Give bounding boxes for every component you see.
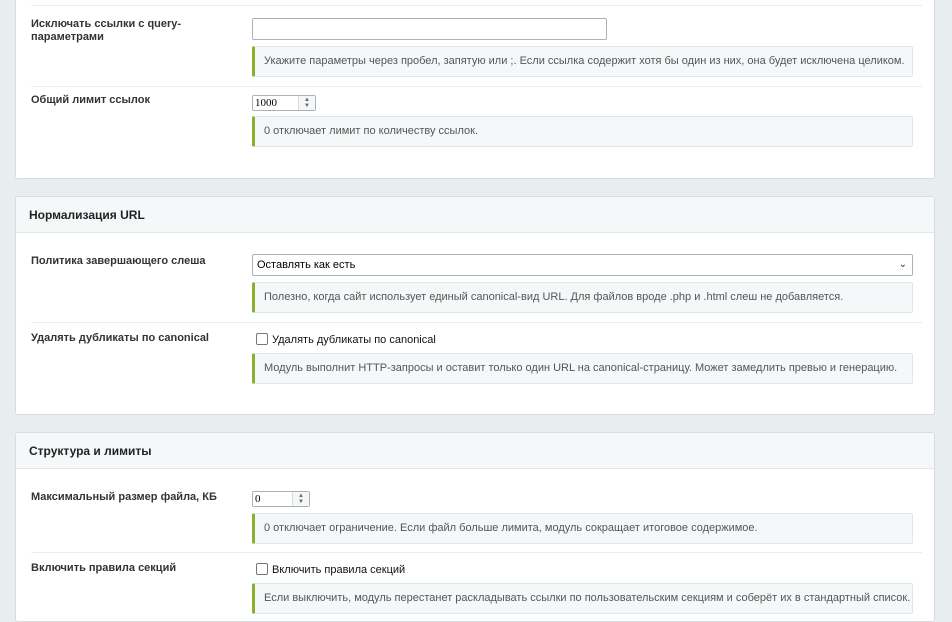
row-divider	[31, 86, 922, 87]
chevron-down-icon[interactable]: ⌄	[899, 259, 907, 271]
trailing-slash-hint: Полезно, когда сайт использует единый ca…	[252, 282, 913, 313]
settings-panel-structure-limits: Структура и лимиты Максимальный размер ф…	[15, 432, 935, 622]
max-file-size-value: 0	[255, 493, 261, 505]
max-file-size-spinner[interactable]: ▲ ▼	[292, 492, 309, 506]
link-limit-spinner[interactable]: ▲ ▼	[298, 96, 315, 110]
hint-text: 0 отключает лимит по количеству ссылок.	[264, 125, 478, 137]
settings-panel-url-normalization: Нормализация URL Политика завершающего с…	[15, 196, 935, 415]
hint-text: Укажите параметры через пробел, запятую …	[264, 55, 905, 67]
row-divider	[31, 322, 922, 323]
hint-text: Если выключить, модуль перестанет раскла…	[264, 592, 911, 604]
row-divider	[31, 552, 922, 553]
exclude-query-label: Исключать ссылки с query-параметрами	[31, 18, 182, 43]
panel-header: Структура и лимиты	[16, 433, 934, 469]
trailing-slash-selected-value: Оставлять как есть	[257, 259, 356, 271]
link-limit-input[interactable]: 1000 ▲ ▼	[252, 95, 316, 111]
panel-title: Нормализация URL	[29, 208, 145, 222]
hint-text: 0 отключает ограничение. Если файл больш…	[264, 522, 758, 534]
panel-header: Нормализация URL	[16, 197, 934, 233]
spin-down-icon[interactable]: ▼	[296, 499, 306, 505]
canonical-dedupe-label: Удалять дубликаты по canonical	[31, 332, 209, 344]
exclude-query-hint: Укажите параметры через пробел, запятую …	[252, 46, 913, 77]
trailing-slash-label: Политика завершающего слеша	[31, 255, 206, 267]
hint-text: Модуль выполнит HTTP-запросы и оставит т…	[264, 362, 898, 374]
panel-title: Структура и лимиты	[29, 444, 152, 458]
max-file-size-label: Максимальный размер файла, КБ	[31, 491, 217, 503]
section-rules-label: Включить правила секций	[31, 562, 177, 574]
link-limit-label: Общий лимит ссылок	[31, 94, 151, 106]
section-rules-checkbox-label[interactable]: Включить правила секций	[272, 564, 405, 576]
link-limit-hint: 0 отключает лимит по количеству ссылок.	[252, 116, 913, 147]
section-rules-checkbox[interactable]	[256, 563, 268, 575]
canonical-dedupe-hint: Модуль выполнит HTTP-запросы и оставит т…	[252, 353, 913, 384]
max-file-size-input[interactable]: 0 ▲ ▼	[252, 491, 310, 507]
settings-panel-links: Исключать ссылки с query-параметрами Ука…	[15, 0, 935, 179]
row-divider	[31, 5, 922, 6]
link-limit-value: 1000	[255, 97, 277, 109]
spin-down-icon[interactable]: ▼	[302, 103, 312, 109]
hint-text: Полезно, когда сайт использует единый ca…	[264, 291, 844, 303]
max-file-size-hint: 0 отключает ограничение. Если файл больш…	[252, 513, 913, 544]
section-rules-hint: Если выключить, модуль перестанет раскла…	[252, 583, 913, 614]
canonical-dedupe-checkbox[interactable]	[256, 333, 268, 345]
trailing-slash-select[interactable]: Оставлять как есть ⌄	[252, 254, 913, 276]
canonical-dedupe-checkbox-label[interactable]: Удалять дубликаты по canonical	[272, 334, 436, 346]
exclude-query-input[interactable]	[252, 18, 607, 40]
